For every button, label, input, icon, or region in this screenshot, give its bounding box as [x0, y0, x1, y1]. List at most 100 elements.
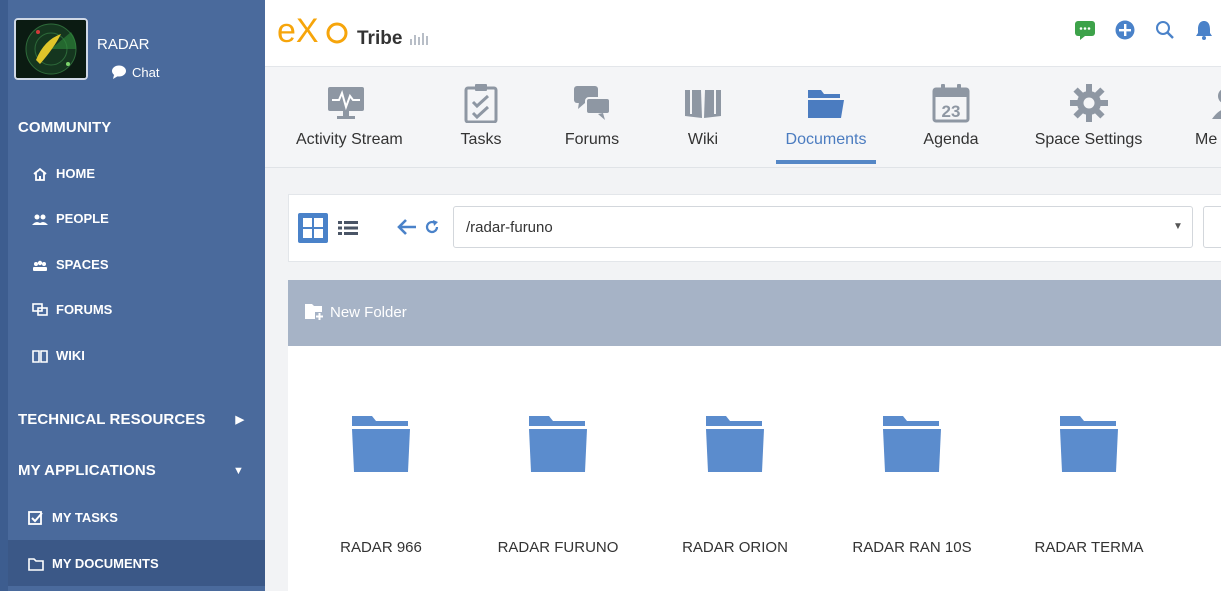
- chat-bubble-icon[interactable]: [1075, 20, 1095, 40]
- exo-logo-mark: eX: [277, 12, 348, 46]
- sidebar-item-label: WIKI: [56, 348, 85, 363]
- folder-icon: [883, 416, 941, 472]
- tab-documents[interactable]: Documents: [776, 81, 876, 149]
- list-view-button[interactable]: [338, 220, 358, 241]
- grid-view-icon: [303, 218, 323, 238]
- tab-label: Wiki: [687, 131, 719, 148]
- tab-agenda[interactable]: 23 Agenda: [911, 81, 991, 149]
- gear-icon: [1069, 84, 1108, 122]
- folder-icon: [529, 416, 587, 472]
- add-circle-icon[interactable]: [1115, 20, 1135, 40]
- folder-icon: [1060, 416, 1118, 472]
- arrow-left-icon: [397, 219, 416, 235]
- tasks-clipboard-icon: [464, 84, 498, 123]
- folder-name: RADAR ORION: [682, 539, 788, 556]
- sidebar-item-label: MY DOCUMENTS: [52, 556, 159, 571]
- tab-space-settings[interactable]: Space Settings: [1031, 81, 1146, 149]
- calendar-day: 23: [942, 102, 961, 121]
- forums-icon: [32, 302, 48, 316]
- space-name[interactable]: RADAR: [97, 36, 150, 53]
- chat-icon: [112, 65, 126, 79]
- technical-resources-heading[interactable]: TECHNICAL RESOURCES ▶: [18, 411, 244, 428]
- new-folder-label: New Folder: [330, 303, 407, 321]
- refresh-button[interactable]: [424, 219, 440, 240]
- people-icon: [32, 214, 48, 225]
- action-bar: New Folder: [288, 280, 1221, 346]
- community-heading-label: COMMUNITY: [18, 119, 112, 136]
- folder-name: RADAR 966: [340, 539, 422, 556]
- tab-activity-stream[interactable]: Activity Stream: [296, 81, 403, 149]
- sidebar-item-my-documents[interactable]: MY DOCUMENTS: [28, 556, 159, 571]
- path-input[interactable]: [453, 206, 1193, 248]
- tab-label: Agenda: [923, 131, 979, 148]
- chat-label: Chat: [132, 64, 160, 80]
- radar-avatar-image: [16, 20, 86, 78]
- sidebar-item-spaces[interactable]: SPACES: [32, 257, 109, 272]
- notification-bell-icon[interactable]: [1195, 20, 1213, 40]
- calendar-icon: 23: [932, 84, 970, 123]
- folder-icon: [352, 416, 410, 472]
- sidebar-item-home[interactable]: HOME: [32, 166, 95, 181]
- folder-grid: RADAR 966 RADAR FURUNO RADAR ORION RADAR…: [288, 346, 1221, 591]
- folder-name: RADAR TERMA: [1034, 539, 1144, 556]
- chat-link[interactable]: Chat: [110, 64, 159, 80]
- folder-item[interactable]: RADAR ORION: [660, 412, 810, 556]
- folder-item[interactable]: RADAR TERMA: [1014, 412, 1164, 556]
- refresh-icon: [425, 220, 439, 234]
- folder-item[interactable]: RADAR FURUNO: [483, 412, 633, 556]
- my-applications-label: MY APPLICATIONS: [18, 462, 156, 479]
- sidebar-item-label: PEOPLE: [56, 211, 109, 226]
- community-heading: COMMUNITY: [18, 119, 244, 136]
- sidebar-item-label: HOME: [56, 166, 95, 181]
- folder-item[interactable]: RADAR RAN 10S: [837, 412, 987, 556]
- space-avatar[interactable]: [14, 18, 88, 80]
- document-search-input[interactable]: [1203, 206, 1221, 248]
- forums-bubbles-icon: [574, 86, 611, 120]
- tab-label: Space Settings: [1034, 131, 1143, 148]
- sidebar-item-label: SPACES: [56, 257, 109, 272]
- company-name: Tribe: [357, 28, 403, 49]
- chevron-right-icon: ▶: [235, 414, 244, 426]
- exo-logo[interactable]: eX: [277, 12, 349, 46]
- chevron-down-icon[interactable]: ▼: [1173, 221, 1183, 232]
- sidebar-item-label: MY TASKS: [52, 510, 118, 525]
- tab-tasks[interactable]: Tasks: [441, 81, 521, 149]
- search-icon[interactable]: [1155, 20, 1175, 40]
- grid-view-button[interactable]: [298, 213, 328, 243]
- my-applications-heading[interactable]: MY APPLICATIONS ▼: [18, 462, 244, 479]
- tab-label: Documents: [785, 131, 867, 148]
- documents-folder-icon: [808, 90, 844, 118]
- top-bar: eX Tribe: [265, 0, 1221, 67]
- technical-resources-label: TECHNICAL RESOURCES: [18, 411, 206, 428]
- home-icon: [33, 167, 47, 181]
- sidebar: RADAR Chat COMMUNITY HOME PEOPLE SPACES …: [0, 0, 265, 591]
- task-checkbox-icon: [28, 510, 43, 525]
- company-stats-icon: [410, 33, 428, 45]
- sidebar-item-my-tasks[interactable]: MY TASKS: [28, 510, 118, 525]
- list-view-icon: [338, 221, 358, 235]
- members-icon: [1212, 89, 1221, 119]
- wiki-book-icon: [32, 349, 48, 363]
- wiki-book-icon: [685, 90, 721, 118]
- tab-label: Activity Stream: [296, 131, 403, 148]
- folder-icon: [706, 416, 764, 472]
- new-folder-icon: [305, 304, 324, 321]
- back-button[interactable]: [396, 217, 418, 242]
- chevron-down-icon: ▼: [233, 464, 244, 477]
- sidebar-item-people[interactable]: PEOPLE: [32, 211, 109, 226]
- spaces-icon: [33, 260, 47, 271]
- svg-text:eX: eX: [277, 12, 319, 46]
- folder-outline-icon: [28, 557, 44, 571]
- sidebar-item-wiki[interactable]: WIKI: [32, 348, 85, 363]
- sidebar-item-forums[interactable]: FORUMS: [32, 302, 112, 317]
- tab-members[interactable]: Me: [1195, 81, 1221, 149]
- space-app-tabs: Activity Stream Tasks Forums Wiki Docume…: [265, 67, 1221, 168]
- tab-label: Forums: [564, 131, 620, 148]
- tab-wiki[interactable]: Wiki: [663, 81, 743, 149]
- tab-label: Tasks: [460, 131, 502, 148]
- active-tab-underline: [776, 160, 876, 164]
- new-folder-button[interactable]: New Folder: [304, 302, 407, 322]
- tab-forums[interactable]: Forums: [552, 81, 632, 149]
- folder-item[interactable]: RADAR 966: [306, 412, 456, 556]
- folder-name: RADAR FURUNO: [497, 539, 619, 556]
